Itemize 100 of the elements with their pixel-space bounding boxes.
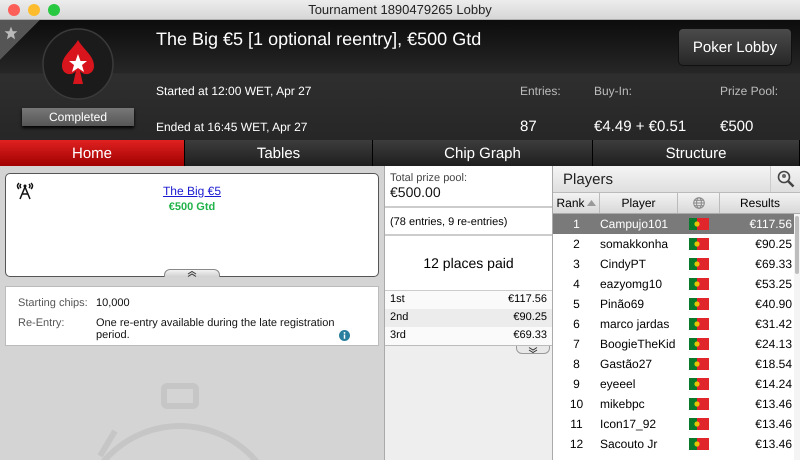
window-title: Tournament 1890479265 Lobby	[308, 2, 492, 17]
player-name: mikebpc	[600, 397, 646, 411]
rank-cell-text: 2	[572, 237, 581, 251]
detail-label: Starting chips:	[18, 297, 89, 309]
result-cell-text: €14.24	[754, 377, 793, 391]
rank-cell-text: 8	[572, 357, 581, 371]
prize-amount: €117.56	[508, 293, 547, 307]
rank-cell-text: 6	[572, 317, 581, 331]
result-cell-text: €13.46	[754, 417, 793, 431]
player-name: eyeeel	[600, 377, 636, 391]
close-button[interactable]	[8, 4, 20, 16]
star-icon[interactable]	[4, 26, 18, 40]
rank-cell-text: 12	[568, 437, 584, 451]
result-cell-text: €117.56	[748, 217, 793, 231]
prize-amount: €90.25	[513, 311, 547, 325]
stat-label: Buy-In:	[594, 84, 634, 98]
total-prize-value: €500.00	[390, 184, 442, 200]
tournament-title: The Big €5 [1 optional reentry], €500 Gtd	[156, 29, 482, 50]
player-name: BoogieTheKid	[600, 337, 676, 351]
player-row[interactable]: 7 BoogieTheKid €24.13	[553, 334, 794, 354]
collapse-button[interactable]	[164, 269, 220, 277]
player-row[interactable]: 8 Gastão27 €18.54	[553, 354, 794, 374]
player-row[interactable]: 10 mikebpc €13.46	[553, 394, 794, 414]
result-cell-text: €13.46	[754, 437, 793, 451]
player-row[interactable]: 9 eyeeel €14.24	[553, 374, 794, 394]
player-row[interactable]: 12 Sacouto Jr €13.46	[553, 434, 794, 454]
player-row[interactable]: 2 somakkonha €90.25	[553, 234, 794, 254]
spade-logo-icon	[42, 28, 114, 100]
tab[interactable]: Home	[0, 140, 185, 166]
start-time: Started at 12:00 WET, Apr 27	[156, 84, 312, 98]
results-column-header[interactable]: Results	[720, 193, 800, 213]
flag-icon	[689, 218, 709, 230]
prize-place: 3rd	[390, 329, 406, 343]
player-row[interactable]: 6 marco jardas €31.42	[553, 314, 794, 334]
rank-cell-text: 11	[569, 417, 584, 431]
flag-icon	[689, 358, 709, 370]
prize-place: 2nd	[390, 311, 408, 325]
player-name: somakkonha	[600, 237, 670, 251]
result-cell-text: €24.13	[754, 337, 793, 351]
search-icon	[776, 170, 794, 188]
player-name: eazyomg10	[600, 277, 664, 291]
flag-icon	[689, 338, 709, 350]
tab[interactable]: Tables	[185, 140, 373, 166]
tournament-link[interactable]: The Big €5	[162, 184, 222, 198]
flag-icon	[689, 438, 709, 450]
stat-value: 87	[520, 118, 538, 134]
flag-icon	[689, 278, 709, 290]
player-row[interactable]: 1 Campujo101 €117.56	[553, 214, 794, 234]
player-row[interactable]: 11 Icon17_92 €13.46	[553, 414, 794, 434]
result-cell-text: €53.25	[754, 277, 793, 291]
double-chevron-down-icon	[528, 346, 538, 352]
tab[interactable]: Structure	[593, 140, 800, 166]
player-name: Campujo101	[600, 217, 670, 231]
rank-cell-text: 7	[572, 337, 581, 351]
player-name: marco jardas	[600, 317, 670, 331]
player-name: CindyPT	[600, 257, 648, 271]
player-name: Gastão27	[600, 357, 654, 371]
result-cell-text: €40.90	[754, 297, 793, 311]
places-paid: 12 places paid	[423, 255, 514, 271]
antenna-icon	[16, 182, 34, 200]
stat-label: Entries:	[520, 84, 562, 98]
result-cell-text: €69.33	[754, 257, 793, 271]
globe-icon	[692, 197, 704, 209]
result-cell-text: €90.25	[754, 237, 793, 251]
rank-column-header[interactable]: Rank	[553, 193, 600, 213]
flag-icon	[689, 418, 709, 430]
stat-value: €4.49 + €0.51	[594, 118, 688, 134]
info-icon[interactable]	[339, 330, 350, 341]
rank-cell-text: 10	[568, 397, 584, 411]
rank-cell-text: 5	[572, 297, 581, 311]
scrollbar[interactable]	[794, 214, 800, 460]
rank-cell-text: 3	[572, 257, 581, 271]
flag-icon	[689, 298, 709, 310]
flag-icon	[689, 318, 709, 330]
double-chevron-up-icon	[187, 270, 197, 276]
prize-amount: €69.33	[513, 329, 547, 343]
detail-label: Re-Entry:	[18, 317, 66, 331]
end-time: Ended at 16:45 WET, Apr 27	[156, 120, 308, 134]
entries-note: (78 entries, 9 re-entries)	[390, 216, 508, 228]
flag-icon	[689, 238, 709, 250]
player-name: Sacouto Jr	[600, 437, 658, 451]
stat-label: Prize Pool:	[720, 84, 780, 98]
player-row[interactable]: 3 CindyPT €69.33	[553, 254, 794, 274]
flag-icon	[689, 398, 709, 410]
sort-arrow-icon	[586, 200, 596, 206]
tab[interactable]: Chip Graph	[373, 140, 593, 166]
player-column-header[interactable]: Player	[600, 193, 678, 213]
expand-button[interactable]	[516, 346, 550, 354]
result-cell-text: €31.42	[754, 317, 793, 331]
total-prize-label: Total prize pool:	[390, 172, 468, 184]
status-ribbon: Completed	[22, 108, 134, 126]
player-name: Pinão69	[600, 297, 646, 311]
poker-lobby-button[interactable]: Poker Lobby	[678, 28, 792, 66]
players-title: Players	[562, 170, 614, 188]
detail-value: One re-entry available during the late registration period.	[96, 317, 336, 341]
flag-icon	[689, 258, 709, 270]
player-row[interactable]: 4 eazyomg10 €53.25	[553, 274, 794, 294]
rank-cell-text: 4	[572, 277, 581, 291]
result-cell-text: €18.54	[754, 357, 793, 371]
player-row[interactable]: 5 Pinão69 €40.90	[553, 294, 794, 314]
